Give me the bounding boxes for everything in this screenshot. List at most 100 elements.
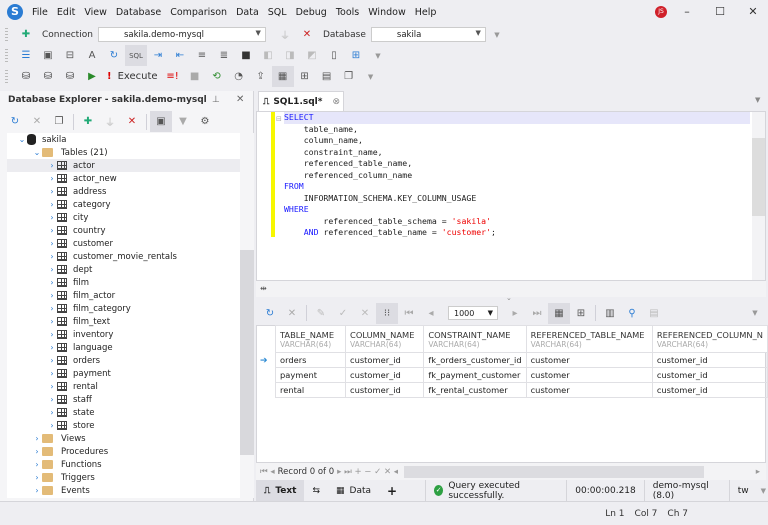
table-cell[interactable]: rental	[274, 382, 347, 398]
collapse-chevron-icon[interactable]: ›	[47, 356, 57, 365]
table-cell[interactable]: customer_id	[651, 352, 768, 368]
history-icon[interactable]: ⟲	[206, 66, 228, 87]
tree-item-table[interactable]: › country	[7, 224, 240, 237]
table-cell[interactable]: customer_id	[651, 367, 768, 383]
table-cell[interactable]: customer	[525, 367, 653, 383]
menu-debug[interactable]: Debug	[296, 7, 327, 18]
grid-view-icon[interactable]: ▦	[548, 302, 570, 324]
uncomment-icon[interactable]: ≣	[213, 45, 235, 66]
collapse-chevron-icon[interactable]: ›	[47, 265, 57, 274]
table-row[interactable]: orders customer_id fk_orders_customer_id cu…	[274, 352, 768, 368]
cancel-icon[interactable]: ✕	[281, 303, 303, 324]
new-connection-icon[interactable]: ✚	[15, 24, 37, 45]
collapse-chevron-icon[interactable]: ›	[47, 161, 57, 170]
change-database-icon[interactable]: ✕	[296, 24, 318, 45]
tab-list-dropdown-icon[interactable]: ▼	[755, 96, 760, 104]
split-view-icon[interactable]: ⊞	[294, 66, 316, 87]
table-row[interactable]: payment customer_id fk_payment_customer cus…	[274, 367, 768, 383]
toolbar-overflow-icon[interactable]: ▼	[744, 303, 766, 324]
menu-edit[interactable]: Edit	[57, 7, 75, 18]
code-content[interactable]: SELECT table_name, column_name, constrai…	[284, 112, 750, 239]
collapse-chevron-icon[interactable]: ›	[32, 486, 42, 495]
collapse-chevron-icon[interactable]: ›	[47, 226, 57, 235]
new-connection-icon[interactable]: ✚	[77, 111, 99, 132]
cancel-record-icon[interactable]: ✕	[384, 467, 391, 477]
last-page-icon[interactable]: ⏭	[526, 303, 548, 324]
table-cell[interactable]: customer	[525, 352, 653, 368]
sql-mode-icon[interactable]: SQL	[125, 45, 147, 66]
tree-item-table[interactable]: › film	[7, 276, 240, 289]
tree-item-folder-events[interactable]: › Events	[7, 484, 240, 497]
prev-record-icon[interactable]: ◂	[270, 467, 274, 477]
format-icon[interactable]: ☰	[15, 45, 37, 66]
menu-view[interactable]: View	[84, 7, 107, 18]
find-icon[interactable]: ⚲	[621, 303, 643, 324]
menu-data[interactable]: Data	[236, 7, 259, 18]
table-cell[interactable]: fk_rental_customer	[423, 382, 527, 398]
fold-icon[interactable]: ⊟	[276, 115, 282, 123]
next-record-icon[interactable]: ▸	[337, 467, 341, 477]
tree-item-table[interactable]: › rental	[7, 380, 240, 393]
tree-item-table[interactable]: › film_category	[7, 302, 240, 315]
last-record-icon[interactable]: ⏭	[344, 467, 352, 477]
tree-item-database[interactable]: ⌄ sakila	[7, 133, 240, 146]
menu-database[interactable]: Database	[116, 7, 161, 18]
collapse-chevron-icon[interactable]: ›	[47, 317, 57, 326]
copy-icon[interactable]: ❐	[338, 66, 360, 87]
bookmark-icon[interactable]: ■	[235, 45, 257, 66]
expand-chevron-icon[interactable]: ⌄	[32, 148, 42, 157]
toolbar-overflow-icon[interactable]: ▼	[486, 24, 508, 45]
table-cell[interactable]: fk_payment_customer	[423, 367, 527, 383]
column-header[interactable]: TABLE_NAME VARCHAR(64)	[274, 325, 347, 353]
tree-item-folder-procedures[interactable]: › Procedures	[7, 445, 240, 458]
collapse-chevron-icon[interactable]: ›	[32, 473, 42, 482]
menu-window[interactable]: Window	[368, 7, 405, 18]
table-cell[interactable]: fk_orders_customer_id	[423, 352, 527, 368]
table-cell[interactable]: customer_id	[345, 367, 425, 383]
outline-icon[interactable]: ⊟	[59, 45, 81, 66]
column-header[interactable]: COLUMN_NAME VARCHAR(64)	[345, 325, 425, 353]
columns-icon[interactable]: ▥	[599, 303, 621, 324]
tree-scrollbar-thumb[interactable]	[240, 250, 254, 455]
column-header[interactable]: REFERENCED_COLUMN_N VARCHAR(64)	[651, 325, 768, 353]
first-record-icon[interactable]: ⏮	[260, 467, 268, 477]
collapse-all-icon[interactable]: ❐	[48, 111, 70, 132]
table-cell[interactable]: payment	[274, 367, 347, 383]
table-cell[interactable]: customer	[525, 382, 653, 398]
minimize-button[interactable]: –	[670, 0, 704, 24]
explain-icon[interactable]: ◔	[228, 66, 250, 87]
collapse-chevron-icon[interactable]: ›	[47, 187, 57, 196]
db-refresh-icon[interactable]: ⛁	[37, 66, 59, 87]
outdent-icon[interactable]: ⇤	[169, 45, 191, 66]
menu-sql[interactable]: SQL	[268, 7, 287, 18]
tree-item-table[interactable]: › film_text	[7, 315, 240, 328]
table-cell[interactable]: customer_id	[345, 382, 425, 398]
menu-file[interactable]: File	[32, 7, 48, 18]
column-header[interactable]: REFERENCED_TABLE_NAME VARCHAR(64)	[525, 325, 653, 353]
connection-select[interactable]: sakila.demo-mysql ▼	[97, 27, 266, 42]
edit-icon[interactable]: ✎	[310, 303, 332, 324]
toolbar-grip[interactable]	[5, 70, 8, 83]
results-grid-icon[interactable]: ▦	[271, 66, 294, 87]
refresh-icon[interactable]: ↻	[4, 111, 26, 132]
fetch-all-icon[interactable]: ⁝⁝	[376, 302, 398, 324]
tab-data[interactable]: ▦ Data	[328, 480, 379, 501]
tree-item-table[interactable]: › customer	[7, 237, 240, 250]
tree-item-folder-views[interactable]: › Views	[7, 432, 240, 445]
stop-icon[interactable]: ■	[184, 66, 206, 87]
tree-item-table[interactable]: › staff	[7, 393, 240, 406]
tree-item-table[interactable]: › city	[7, 211, 240, 224]
disconnect-icon[interactable]: ⏚	[274, 24, 296, 45]
tree-item-table[interactable]: › film_actor	[7, 289, 240, 302]
tree-item-folder-triggers[interactable]: › Triggers	[7, 471, 240, 484]
document-icon[interactable]: ▯	[323, 45, 345, 66]
maximize-button[interactable]: ☐	[703, 0, 737, 24]
indent-icon[interactable]: ⇥	[147, 45, 169, 66]
collapse-chevron-icon[interactable]: ›	[47, 343, 57, 352]
collapse-chevron-icon[interactable]: ›	[47, 408, 57, 417]
menu-comparison[interactable]: Comparison	[170, 7, 227, 18]
toolbar-grip[interactable]	[5, 49, 8, 62]
collapse-chevron-icon[interactable]: ›	[47, 421, 57, 430]
tree-item-table[interactable]: › actor_new	[7, 172, 240, 185]
tree-item-table[interactable]: › state	[7, 406, 240, 419]
